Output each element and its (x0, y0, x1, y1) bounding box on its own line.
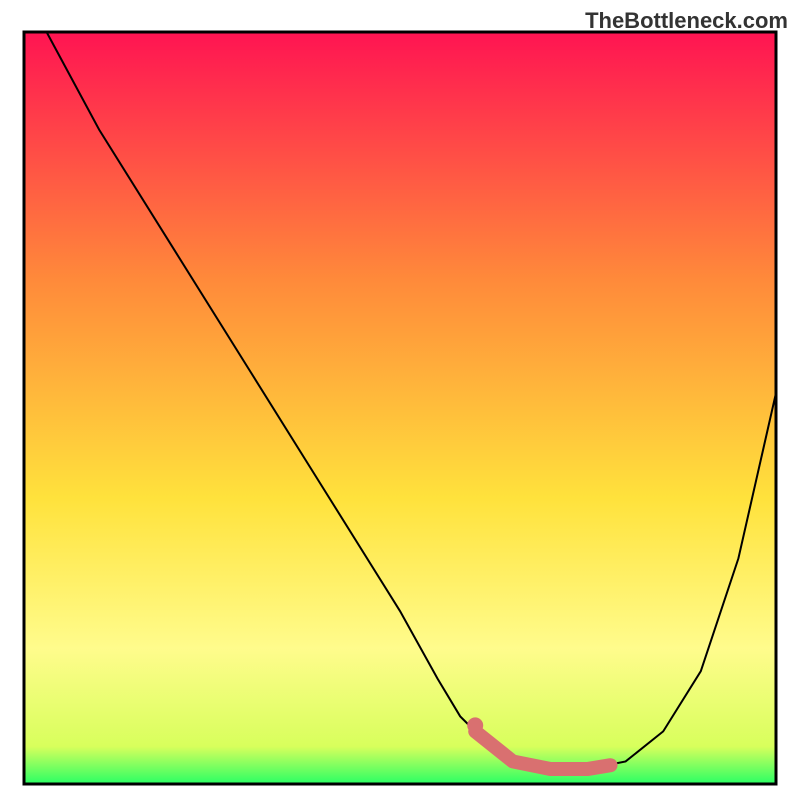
chart-svg (0, 0, 800, 800)
chart-container: TheBottleneck.com (0, 0, 800, 800)
watermark-text: TheBottleneck.com (585, 8, 788, 34)
plot-background (24, 32, 776, 784)
